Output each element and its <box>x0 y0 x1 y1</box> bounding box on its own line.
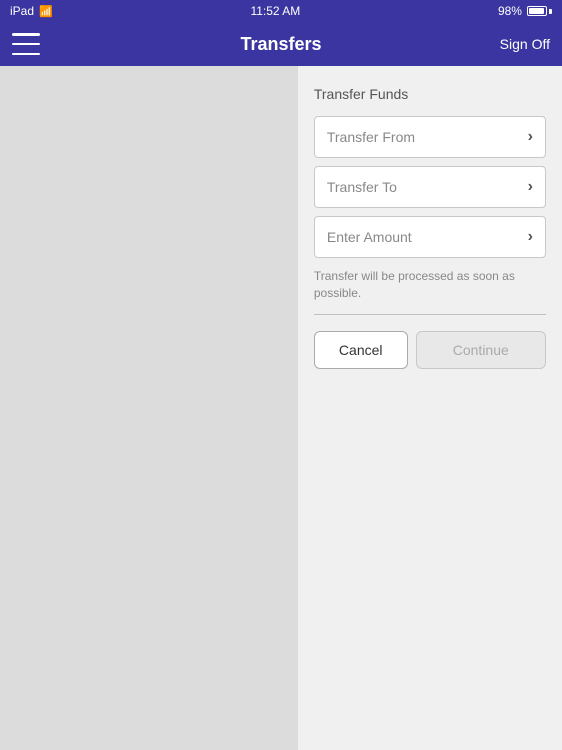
battery-tip <box>549 9 552 14</box>
left-panel <box>0 66 298 750</box>
continue-button: Continue <box>416 331 546 369</box>
battery-fill <box>529 8 544 14</box>
menu-line-1 <box>12 33 40 36</box>
status-time: 11:52 AM <box>250 4 300 18</box>
main-content: Transfer Funds Transfer From › Transfer … <box>0 66 562 750</box>
enter-amount-label: Enter Amount <box>327 229 412 245</box>
cancel-button[interactable]: Cancel <box>314 331 408 369</box>
transfer-from-label: Transfer From <box>327 129 415 145</box>
enter-amount-field[interactable]: Enter Amount › <box>314 216 546 258</box>
sign-off-button[interactable]: Sign Off <box>500 36 550 52</box>
enter-amount-chevron-icon: › <box>528 228 533 246</box>
nav-bar: Transfers Sign Off <box>0 22 562 66</box>
status-left: iPad 📶 <box>10 4 53 18</box>
transfer-to-chevron-icon: › <box>528 178 533 196</box>
menu-icon[interactable] <box>12 33 40 55</box>
transfer-to-field[interactable]: Transfer To › <box>314 166 546 208</box>
device-label: iPad <box>10 4 34 18</box>
info-text: Transfer will be processed as soon as po… <box>314 268 546 302</box>
battery-percent: 98% <box>498 4 522 18</box>
button-row: Cancel Continue <box>314 331 546 369</box>
status-right: 98% <box>498 4 552 18</box>
section-title: Transfer Funds <box>314 86 546 102</box>
divider <box>314 314 546 315</box>
status-bar: iPad 📶 11:52 AM 98% <box>0 0 562 22</box>
transfer-to-label: Transfer To <box>327 179 397 195</box>
transfer-from-field[interactable]: Transfer From › <box>314 116 546 158</box>
page-title: Transfers <box>240 34 321 55</box>
battery-icon <box>527 6 552 16</box>
menu-line-2 <box>12 43 40 46</box>
transfer-from-chevron-icon: › <box>528 128 533 146</box>
right-panel: Transfer Funds Transfer From › Transfer … <box>298 66 562 750</box>
wifi-icon: 📶 <box>39 5 53 18</box>
battery-body <box>527 6 547 16</box>
menu-line-3 <box>12 53 40 56</box>
